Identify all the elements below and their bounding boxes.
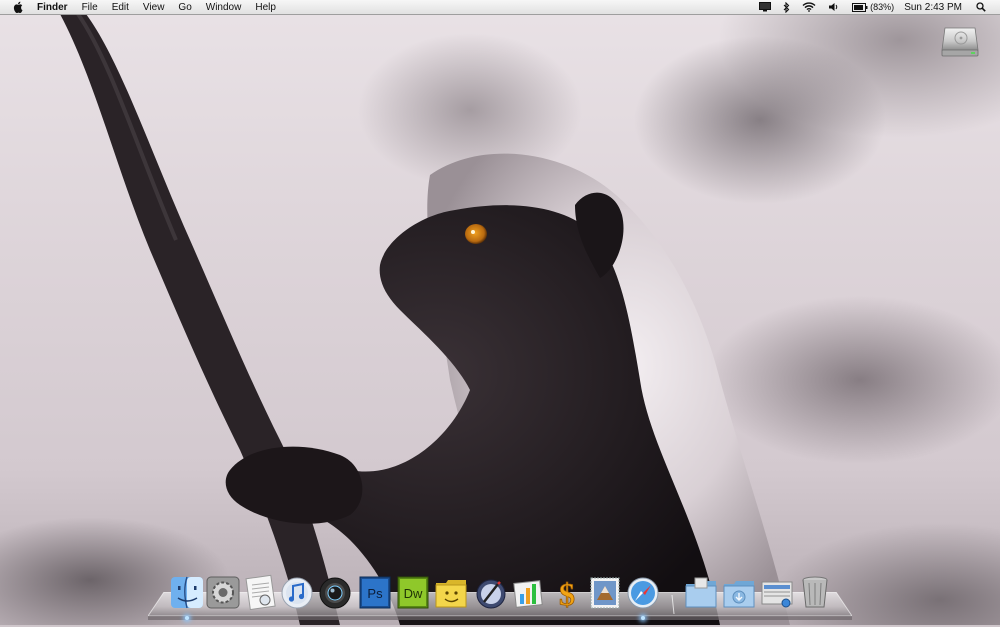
menu-window[interactable]: Window [199,0,249,15]
menu-view[interactable]: View [136,0,172,15]
finder-running-indicator [185,616,189,620]
apple-logo-icon[interactable] [11,0,25,15]
documents-stack-icon[interactable] [760,574,794,610]
spotlight-search-icon[interactable] [976,0,986,15]
dreamweaver-label: Dw [404,586,423,601]
lemur-wallpaper-image [60,12,790,625]
hard-drive-icon[interactable] [941,22,979,58]
dock: Ps Dw $ [168,574,838,620]
photoshop-icon[interactable]: Ps [358,574,392,610]
dreamweaver-icon[interactable]: Dw [396,574,430,610]
wifi-icon[interactable] [802,0,816,15]
applications-folder-icon[interactable] [684,574,718,610]
menu-file[interactable]: File [75,0,105,15]
finder-icon[interactable] [170,574,204,620]
mail-stamp-icon[interactable] [588,574,622,610]
battery-icon[interactable]: (83%) [852,0,894,15]
volume-icon[interactable] [828,0,840,15]
numbers-icon[interactable] [512,574,546,610]
script-editor-icon[interactable] [474,574,508,610]
menu-go[interactable]: Go [171,0,198,15]
menubar-clock[interactable]: Sun 2:43 PM [904,2,962,13]
display-mirroring-icon[interactable] [759,0,772,15]
downloads-folder-icon[interactable] [722,574,756,610]
system-preferences-icon[interactable] [206,574,240,610]
bluetooth-icon[interactable] [783,0,790,15]
trash-icon[interactable] [798,574,832,610]
photoshop-label: Ps [367,586,383,601]
dollar-label: $ [559,576,575,610]
safari-running-indicator [641,616,645,620]
textedit-preview-icon[interactable] [243,574,277,610]
menu-help[interactable]: Help [248,0,283,15]
dollar-app-icon[interactable]: $ [550,574,584,610]
aperture-icon[interactable] [318,574,352,610]
smiley-folder-icon[interactable] [434,574,468,610]
safari-icon[interactable] [626,574,660,620]
battery-percent: (83%) [870,2,895,12]
menu-bar: Finder File Edit View Go Window Help (83… [0,0,1000,15]
menu-edit[interactable]: Edit [105,0,136,15]
menu-app-finder[interactable]: Finder [35,0,75,15]
itunes-icon[interactable] [280,574,314,610]
desktop-wallpaper [0,0,1000,625]
